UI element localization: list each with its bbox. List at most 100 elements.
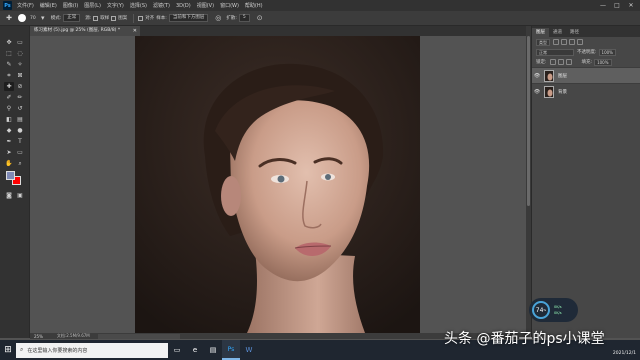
fill-label: 填充: <box>581 60 593 65</box>
type-tool-icon[interactable]: T <box>15 137 25 146</box>
menu-view[interactable]: 视图(V) <box>197 2 214 9</box>
pressure-size-icon[interactable]: ⊙ <box>255 13 265 23</box>
ignore-adjustment-layers-icon[interactable]: ◎ <box>213 13 223 23</box>
pen-tool-icon[interactable]: ✒ <box>4 137 14 146</box>
opacity-label: 不透明度: <box>577 50 597 55</box>
filter-kind-select[interactable]: 类型 <box>536 38 550 46</box>
menu-edit[interactable]: 编辑(E) <box>40 2 57 9</box>
screen-mode-icon[interactable]: ▣ <box>15 191 25 200</box>
layer-filter-row: 类型 <box>532 37 640 47</box>
status-scroll-track[interactable] <box>97 333 180 339</box>
menu-window[interactable]: 窗口(W) <box>220 2 239 9</box>
menu-select[interactable]: 选择(S) <box>130 2 147 9</box>
aligned-label: 对齐 <box>145 16 155 21</box>
menu-help[interactable]: 帮助(H) <box>245 2 263 9</box>
fill-field[interactable]: 100% <box>594 58 612 66</box>
tray-date: 2021/12/1 <box>612 351 636 356</box>
brush-preset-picker[interactable] <box>17 13 27 23</box>
brush-tool-icon[interactable]: ✐ <box>4 93 14 102</box>
blend-mode-select[interactable]: 正常 <box>536 48 574 56</box>
frame-tool-icon[interactable]: ⊠ <box>15 71 25 80</box>
canvas-area[interactable] <box>30 36 526 333</box>
blur-tool-icon[interactable]: ◆ <box>4 126 14 135</box>
eye-icon[interactable]: 👁 <box>532 89 542 95</box>
minimize-button[interactable]: — <box>596 0 610 11</box>
tab-paths[interactable]: 路径 <box>566 28 583 37</box>
layer-row[interactable]: 👁 背景 <box>532 83 640 99</box>
marquee-tool-icon[interactable]: ⬚ <box>4 49 14 58</box>
document-info[interactable]: 文档:2.5M/9.67M <box>57 333 90 339</box>
start-button[interactable]: ⊞ <box>0 340 16 360</box>
opacity-field[interactable]: 100% <box>598 48 616 56</box>
close-button[interactable]: ✕ <box>624 0 638 11</box>
foreground-color-swatch[interactable] <box>6 171 15 180</box>
history-brush-tool-icon[interactable]: ↺ <box>15 104 25 113</box>
path-select-tool-icon[interactable]: ➤ <box>4 148 14 157</box>
brush-settings-icon[interactable]: ▾ <box>38 13 48 23</box>
eye-icon[interactable]: 👁 <box>532 73 542 79</box>
system-tray-clock[interactable]: 2021/12/1 <box>613 340 636 360</box>
quick-mask-icon[interactable]: ◙ <box>4 191 14 200</box>
menu-filter[interactable]: 滤镜(T) <box>153 2 170 9</box>
healing-brush-tool-icon[interactable]: ✚ <box>4 13 14 23</box>
filter-adjustment-icon[interactable] <box>561 39 567 45</box>
clone-stamp-tool-icon[interactable]: ⚲ <box>4 104 14 113</box>
magic-wand-tool-icon[interactable]: ✧ <box>15 60 25 69</box>
hand-tool-icon[interactable]: ✋ <box>4 159 14 168</box>
word-taskbar-icon[interactable]: W <box>240 340 258 360</box>
task-view-icon[interactable]: ▭ <box>168 340 186 360</box>
scrollbar-thumb[interactable] <box>527 36 530 206</box>
zoom-tool-icon[interactable]: ⌕ <box>15 159 25 168</box>
document-tab[interactable]: 练习素材 (5).jpg @ 25% (图层, RGB/8) * ✕ <box>30 26 140 36</box>
performance-widget[interactable]: 74% 0K/s 0K/s <box>529 298 578 322</box>
quick-select-tool-icon[interactable]: ✎ <box>4 60 14 69</box>
menu-3d[interactable]: 3D(D) <box>176 3 191 9</box>
pencil-tool-icon[interactable]: ✏ <box>15 93 25 102</box>
window-controls: — □ ✕ <box>596 0 638 11</box>
close-icon[interactable]: ✕ <box>133 26 137 36</box>
tab-layers[interactable]: 图层 <box>532 28 549 37</box>
mode-select[interactable]: 正常 <box>63 14 81 22</box>
dodge-tool-icon[interactable]: ● <box>15 126 25 135</box>
eraser-tool-icon[interactable]: ◧ <box>4 115 14 124</box>
menu-image[interactable]: 图像(I) <box>63 2 78 9</box>
lock-pixels-icon[interactable] <box>549 59 556 65</box>
layer-row[interactable]: 👁 图层 <box>532 67 640 83</box>
filter-pixel-icon[interactable] <box>553 39 559 45</box>
artboard-tool-icon[interactable]: ▭ <box>15 38 25 47</box>
photoshop-logo[interactable]: Ps <box>3 1 12 10</box>
taskbar-search[interactable]: ⌕ 在这里输入你要搜索的内容 <box>16 342 168 358</box>
source-sampled-radio[interactable] <box>93 15 99 21</box>
layer-name: 背景 <box>558 89 567 95</box>
menubar: Ps 文件(F) 编辑(E) 图像(I) 图层(L) 文字(Y) 选择(S) 滤… <box>0 0 640 11</box>
sample-select[interactable]: 当前和下方图层 <box>168 14 209 22</box>
photoshop-taskbar-icon[interactable]: Ps <box>222 340 240 360</box>
lasso-tool-icon[interactable]: ◌ <box>15 49 25 58</box>
aligned-checkbox[interactable] <box>138 15 144 21</box>
shape-tool-icon[interactable]: ▭ <box>15 148 25 157</box>
zoom-level[interactable]: 25% <box>34 334 43 339</box>
move-tool-icon[interactable]: ✥ <box>4 38 14 47</box>
eyedropper-tool-icon[interactable]: ⊘ <box>15 82 25 91</box>
lock-all-icon[interactable] <box>565 59 572 65</box>
menu-layer[interactable]: 图层(L) <box>84 2 101 9</box>
tab-channels[interactable]: 通道 <box>549 28 566 37</box>
cpu-usage-gauge: 74% <box>532 301 550 319</box>
source-pattern-radio[interactable] <box>111 15 117 21</box>
source-sampled-label: 取样 <box>100 16 110 21</box>
panel-tabs: 图层 通道 路径 <box>532 26 640 37</box>
portrait-image <box>135 36 420 333</box>
filter-shape-icon[interactable] <box>577 39 583 45</box>
crop-tool-icon[interactable]: ⌗ <box>4 71 14 80</box>
menu-type[interactable]: 文字(Y) <box>107 2 124 9</box>
lock-position-icon[interactable] <box>557 59 564 65</box>
healing-brush-tool-icon[interactable]: ✚ <box>4 82 14 91</box>
file-explorer-icon[interactable]: ▤ <box>204 340 222 360</box>
browser-icon[interactable]: e <box>186 340 204 360</box>
menu-file[interactable]: 文件(F) <box>17 2 34 9</box>
maximize-button[interactable]: □ <box>610 0 624 11</box>
divider <box>133 13 135 23</box>
filter-type-icon[interactable] <box>569 39 575 45</box>
diffusion-select[interactable]: 5 <box>238 14 250 22</box>
gradient-tool-icon[interactable]: ▤ <box>15 115 25 124</box>
